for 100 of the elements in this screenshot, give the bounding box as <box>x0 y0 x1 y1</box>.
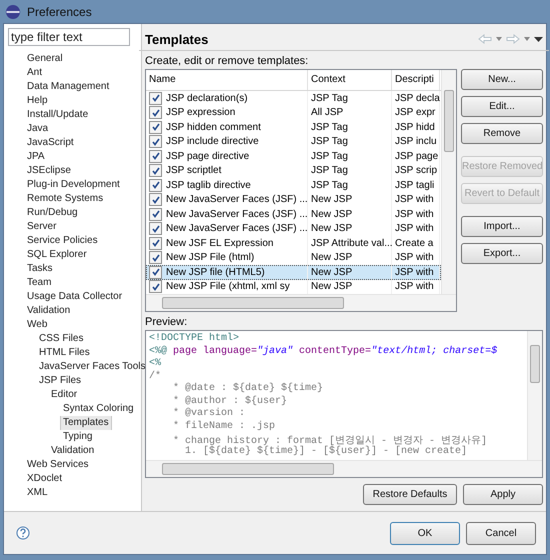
checkbox[interactable] <box>149 193 162 206</box>
table-cell: JSP with <box>395 266 434 278</box>
side-button[interactable]: New... <box>461 69 543 90</box>
tree-item[interactable]: Plug-in Development <box>24 178 123 192</box>
tree-item[interactable]: Service Policies <box>24 234 101 248</box>
tree-item[interactable]: Typing <box>60 430 96 444</box>
checkbox[interactable] <box>149 164 162 178</box>
tree-item[interactable]: XML <box>24 486 51 500</box>
checkbox[interactable] <box>149 251 162 264</box>
table-cell: JSP scrip <box>395 165 438 176</box>
tree-item[interactable]: Web Services <box>24 458 92 472</box>
table-cell: JSP Tag <box>311 150 348 162</box>
table-cell: JSP Tag <box>311 165 348 176</box>
code-line: * @varsion : <box>172 408 246 420</box>
table-row[interactable]: JSP page directive JSP Tag JSP page <box>146 149 441 164</box>
app-icon <box>5 4 21 20</box>
dialog-button[interactable]: OK <box>390 522 460 544</box>
tree-item[interactable]: Editor <box>48 388 80 402</box>
dialog-button[interactable]: Cancel <box>466 522 536 544</box>
checkbox[interactable] <box>149 92 162 105</box>
table-cell: New JSP <box>311 252 352 264</box>
help-icon[interactable] <box>16 526 30 540</box>
tree-item[interactable]: JavaServer Faces Tools <box>36 360 149 374</box>
tree-item[interactable]: Templates <box>60 416 112 430</box>
tree-item[interactable]: Data Management <box>24 80 112 94</box>
table-row[interactable]: New JavaServer Faces (JSF) ... New JSP JSP with <box>146 207 441 222</box>
tree-item[interactable]: Install/Update <box>24 108 92 122</box>
table-row[interactable]: New JSF EL Expression JSP Attribute val... Create a <box>146 236 441 250</box>
side-button[interactable]: Export... <box>461 243 543 264</box>
tree-item[interactable]: Team <box>24 276 54 290</box>
tree-item[interactable]: Java <box>24 122 52 136</box>
page-button[interactable]: Apply <box>463 484 543 505</box>
tree-item[interactable]: SQL Explorer <box>24 248 90 262</box>
tree-item[interactable]: HTML Files <box>36 346 93 360</box>
tree-item[interactable]: JPA <box>24 150 48 164</box>
menu-icon[interactable] <box>534 36 543 42</box>
side-button[interactable]: Edit... <box>461 96 543 117</box>
table-cell: JSP inclu <box>395 136 437 148</box>
column-header[interactable]: Descripti <box>392 70 440 90</box>
table-row[interactable]: JSP include directive JSP Tag JSP inclu <box>146 134 441 149</box>
tree-item[interactable]: CSS Files <box>36 332 86 346</box>
scrollbar[interactable] <box>527 331 542 460</box>
checkbox[interactable] <box>149 222 162 236</box>
tree-item[interactable]: Validation <box>48 444 98 458</box>
table-cell: JSP expr <box>395 107 436 118</box>
checkbox[interactable] <box>149 280 162 294</box>
table-row[interactable]: New JavaServer Faces (JSF) ... New JSP JSP with <box>146 222 441 236</box>
checkbox[interactable] <box>149 106 162 120</box>
table-cell: New JavaServer Faces (JSF) ... <box>166 223 308 234</box>
tree-item[interactable]: Usage Data Collector <box>24 290 126 304</box>
side-button[interactable]: Remove <box>461 123 543 144</box>
table-cell: JSP Tag <box>311 136 348 148</box>
table-cell: JSP page <box>395 150 438 162</box>
table-cell: New JSP <box>311 194 352 206</box>
tree-item[interactable]: JSP Files <box>36 374 84 388</box>
page-button[interactable]: Restore Defaults <box>363 484 457 505</box>
table-cell: JSP with <box>395 252 434 264</box>
scrollbar[interactable] <box>146 460 542 477</box>
checkbox[interactable] <box>149 150 162 163</box>
scrollbar[interactable] <box>441 70 456 294</box>
table-cell: Create a <box>395 238 434 249</box>
tree-item[interactable]: Ant <box>24 66 46 80</box>
checkbox[interactable] <box>149 178 162 192</box>
scrollbar[interactable] <box>146 294 456 311</box>
tree-item[interactable]: Run/Debug <box>24 206 81 220</box>
tree-item[interactable]: Web <box>24 318 50 332</box>
tree-item[interactable]: Tasks <box>24 262 56 276</box>
tree-item[interactable]: Validation <box>24 304 74 318</box>
table-cell: JSP with <box>395 281 434 292</box>
description-text: Create, edit or remove templates: <box>145 55 310 67</box>
tree-item[interactable]: JSEclipse <box>24 164 74 178</box>
checkbox[interactable] <box>149 120 162 134</box>
table-row[interactable]: JSP hidden comment JSP Tag JSP hidd <box>146 120 441 134</box>
dropdown-icon[interactable] <box>496 37 502 41</box>
tree-item[interactable]: General <box>24 52 66 66</box>
table-row[interactable]: New JSP file (HTML5) New JSP JSP with <box>146 265 441 280</box>
checkbox[interactable] <box>149 236 162 250</box>
column-header[interactable]: Name <box>146 70 308 90</box>
tree-item[interactable]: Server <box>24 220 60 234</box>
tree-item[interactable]: Syntax Coloring <box>60 402 137 416</box>
tree-item[interactable]: JavaScript <box>24 136 77 150</box>
tree-item[interactable]: XDoclet <box>24 472 66 486</box>
table-cell: New JavaServer Faces (JSF) ... <box>166 194 308 206</box>
column-header[interactable]: Context <box>308 70 392 90</box>
table-row[interactable]: JSP expression All JSP JSP expr <box>146 106 441 120</box>
tree-item[interactable]: Remote Systems <box>24 192 106 206</box>
table-cell: New JSP <box>311 223 352 234</box>
table-cell: JSP with <box>395 194 434 206</box>
table-row[interactable]: JSP scriptlet JSP Tag JSP scrip <box>146 164 441 178</box>
table-row[interactable]: New JavaServer Faces (JSF) ... New JSP JSP with <box>146 192 441 207</box>
table-row[interactable]: JSP taglib directive JSP Tag JSP tagli <box>146 178 441 192</box>
checkbox[interactable] <box>149 266 162 279</box>
filter-field[interactable]: type filter text <box>8 28 130 46</box>
side-button[interactable]: Import... <box>461 216 543 237</box>
checkbox[interactable] <box>149 135 162 148</box>
table-cell: JSP Tag <box>311 180 348 191</box>
tree-item[interactable]: Help <box>24 94 51 108</box>
checkbox[interactable] <box>149 208 162 221</box>
dropdown-icon[interactable] <box>524 37 530 41</box>
table-row[interactable]: JSP declaration(s) JSP Tag JSP decla <box>146 91 441 106</box>
